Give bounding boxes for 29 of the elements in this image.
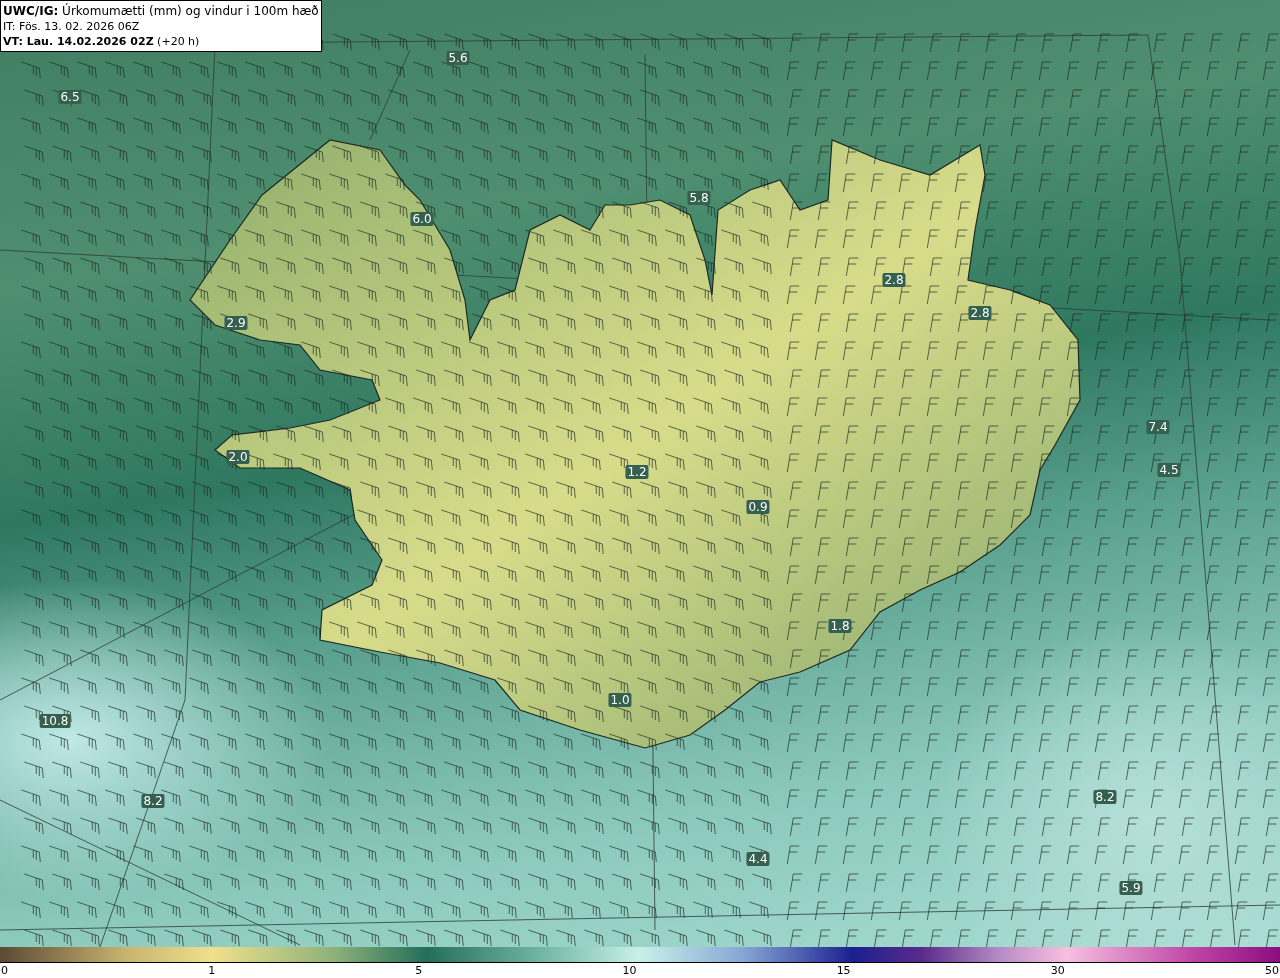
- colorbar-tick-label: 0: [1, 963, 8, 978]
- value-label: 4.4: [746, 852, 770, 866]
- map-title: UWC/IG: Úrkomumætti (mm) og vindur i 100m hæð: [3, 4, 319, 19]
- colorbar-tick-label: 30: [1050, 963, 1065, 978]
- value-label: 5.6: [446, 51, 470, 65]
- value-label: 1.8: [828, 619, 852, 633]
- value-label: 6.0: [410, 212, 434, 226]
- value-label: 2.8: [882, 273, 906, 287]
- colorbar-tick-label: 50: [1264, 963, 1279, 978]
- value-label: 6.5: [58, 90, 82, 104]
- value-label: 0.9: [746, 500, 770, 514]
- value-label: 8.2: [1093, 790, 1117, 804]
- colorbar-tick-label: 15: [836, 963, 851, 978]
- value-label: 8.2: [141, 794, 165, 808]
- value-label: 1.2: [625, 465, 649, 479]
- value-label: 5.8: [687, 191, 711, 205]
- colorbar-tick-label: 5: [415, 963, 423, 978]
- colorbar-tick-label: 1: [208, 963, 216, 978]
- value-label: 2.0: [226, 450, 250, 464]
- colorbar-tick-label: 10: [622, 963, 637, 978]
- value-label: 2.8: [968, 306, 992, 320]
- value-label: 7.4: [1146, 420, 1170, 434]
- value-label: 4.5: [1157, 463, 1181, 477]
- value-label: 10.8: [39, 714, 71, 728]
- value-label: 5.9: [1119, 881, 1143, 895]
- init-time: IT: Fös. 13. 02. 2026 06Z: [3, 19, 141, 34]
- valid-time: VT: Lau. 14.02.2026 02Z (+20 h): [3, 34, 201, 49]
- value-label: 2.9: [224, 316, 248, 330]
- value-label: 1.0: [608, 693, 632, 707]
